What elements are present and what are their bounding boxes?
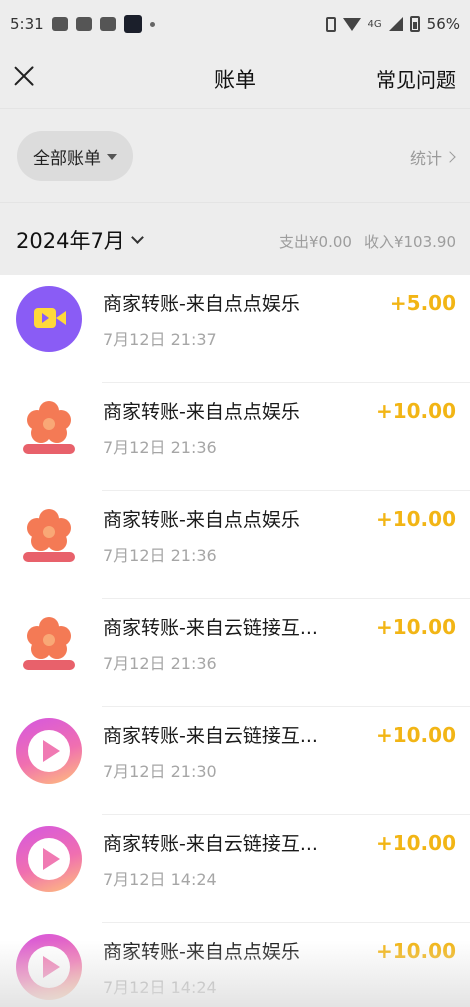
battery-icon <box>409 16 420 32</box>
transaction-list: 商家转账-来自点点娱乐 7月12日 21:37 +5.00 商家转账-来自点点娱… <box>0 275 470 1007</box>
transaction-time: 7月12日 21:36 <box>103 438 217 457</box>
filter-row: 全部账单 统计 <box>0 108 470 202</box>
transaction-title: 商家转账-来自云链接互... <box>103 725 318 747</box>
transaction-row[interactable]: 商家转账-来自点点娱乐 7月12日 21:37 +5.00 <box>0 275 470 383</box>
transaction-title: 商家转账-来自点点娱乐 <box>103 293 300 315</box>
expense-total: 支出¥0.00 <box>279 233 352 251</box>
play-button-icon <box>16 718 82 784</box>
transaction-row[interactable]: 商家转账-来自云链接互... 7月12日 21:36 +10.00 <box>0 599 470 707</box>
caret-down-icon <box>107 154 117 160</box>
message-icon <box>51 17 68 31</box>
transaction-amount: +10.00 <box>375 399 456 423</box>
transaction-time: 7月12日 21:30 <box>103 762 217 781</box>
transaction-amount: +10.00 <box>375 615 456 639</box>
transaction-title: 商家转账-来自点点娱乐 <box>103 509 300 531</box>
faq-button[interactable]: 常见问题 <box>376 64 456 93</box>
month-label: 2024年7月 <box>16 229 125 253</box>
transaction-amount: +5.00 <box>389 291 456 315</box>
status-time: 5:31 <box>10 15 44 33</box>
app-notification-icon <box>123 15 142 33</box>
month-summary: 支出¥0.00 收入¥103.90 <box>279 231 456 252</box>
transaction-row[interactable]: 商家转账-来自点点娱乐 7月12日 21:36 +10.00 <box>0 383 470 491</box>
transaction-amount: +10.00 <box>375 723 456 747</box>
network-type: 4G <box>367 18 382 30</box>
month-picker[interactable]: 2024年7月 <box>16 225 144 255</box>
stats-button[interactable]: 统计 <box>409 145 456 169</box>
battery-percent: 56% <box>426 15 460 33</box>
transaction-title: 商家转账-来自云链接互... <box>103 833 318 855</box>
vibrate-icon <box>325 16 336 32</box>
stats-label: 统计 <box>409 149 442 168</box>
wifi-icon <box>342 17 361 31</box>
signal-icon <box>388 17 403 31</box>
month-header: 2024年7月 支出¥0.00 收入¥103.90 <box>0 202 470 275</box>
flower-logo-icon <box>16 502 82 568</box>
transaction-time: 7月12日 14:24 <box>103 978 217 997</box>
transaction-row[interactable]: 商家转账-来自云链接互... 7月12日 14:24 +10.00 <box>0 815 470 923</box>
transaction-row[interactable]: 商家转账-来自点点娱乐 7月12日 14:24 +10.00 <box>0 923 470 1007</box>
transaction-amount: +10.00 <box>375 939 456 963</box>
transaction-title: 商家转账-来自点点娱乐 <box>103 941 300 963</box>
bill-type-filter[interactable]: 全部账单 <box>17 131 133 181</box>
transaction-time: 7月12日 21:36 <box>103 654 217 673</box>
chevron-down-icon <box>130 230 144 244</box>
transaction-row[interactable]: 商家转账-来自点点娱乐 7月12日 21:36 +10.00 <box>0 491 470 599</box>
chevron-right-icon <box>444 151 456 163</box>
transaction-amount: +10.00 <box>375 831 456 855</box>
status-bar: 5:31 4G 56% <box>0 0 470 48</box>
wechat-icon <box>75 17 92 31</box>
transaction-time: 7月12日 21:37 <box>103 330 217 349</box>
flower-logo-icon <box>16 394 82 460</box>
transaction-time: 7月12日 14:24 <box>103 870 217 889</box>
play-button-icon <box>16 826 82 892</box>
wechat-icon <box>99 17 116 31</box>
transaction-row[interactable]: 商家转账-来自云链接互... 7月12日 21:30 +10.00 <box>0 707 470 815</box>
income-total: 收入¥103.90 <box>363 233 456 251</box>
more-notifications-icon <box>149 21 155 27</box>
bill-type-filter-label: 全部账单 <box>33 148 101 169</box>
video-camera-icon <box>16 286 82 352</box>
transaction-time: 7月12日 21:36 <box>103 546 217 565</box>
play-button-icon <box>16 934 82 1000</box>
transaction-amount: +10.00 <box>375 507 456 531</box>
transaction-title: 商家转账-来自点点娱乐 <box>103 401 300 423</box>
flower-logo-icon <box>16 610 82 676</box>
transaction-title: 商家转账-来自云链接互... <box>103 617 318 639</box>
nav-bar: 账单 常见问题 <box>0 48 470 108</box>
